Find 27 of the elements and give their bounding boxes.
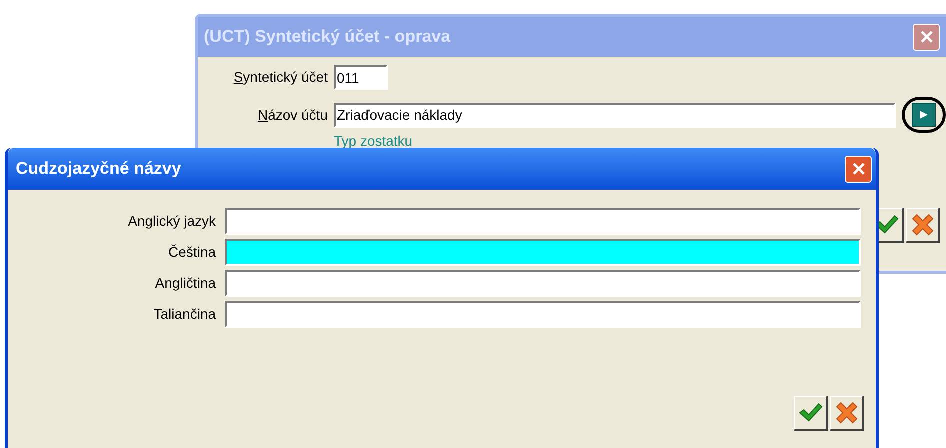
field-label: Čeština [168, 243, 216, 262]
checkmark-icon [798, 403, 822, 423]
play-button[interactable] [912, 103, 936, 127]
field-label: Syntetický účet [234, 68, 328, 87]
text-field[interactable] [225, 301, 861, 328]
ok-button[interactable] [794, 396, 828, 431]
text-field[interactable] [225, 270, 861, 297]
field-label: Anglický jazyk [128, 212, 216, 231]
close-icon [918, 29, 934, 45]
field-label: Názov účtu [258, 106, 328, 124]
cross-icon [834, 401, 858, 425]
close-icon [850, 161, 866, 177]
cross-icon [910, 213, 934, 237]
play-icon [919, 110, 929, 120]
group-title: Typ zostatku [334, 133, 413, 149]
text-field[interactable]: 011 [334, 65, 388, 90]
window-title: Cudzojazyčné názvy [16, 158, 182, 180]
text-field[interactable] [225, 239, 861, 266]
cancel-button[interactable] [906, 208, 940, 243]
close-button[interactable] [845, 156, 872, 182]
field-label: Taliančina [154, 305, 216, 324]
window-title: (UCT) Syntetický účet - oprava [204, 26, 451, 48]
text-field[interactable] [225, 208, 861, 235]
field-label: Angličtina [155, 274, 216, 293]
cancel-button[interactable] [830, 396, 864, 431]
text-field[interactable]: Zriaďovacie náklady [334, 102, 896, 128]
close-button[interactable] [913, 24, 940, 50]
